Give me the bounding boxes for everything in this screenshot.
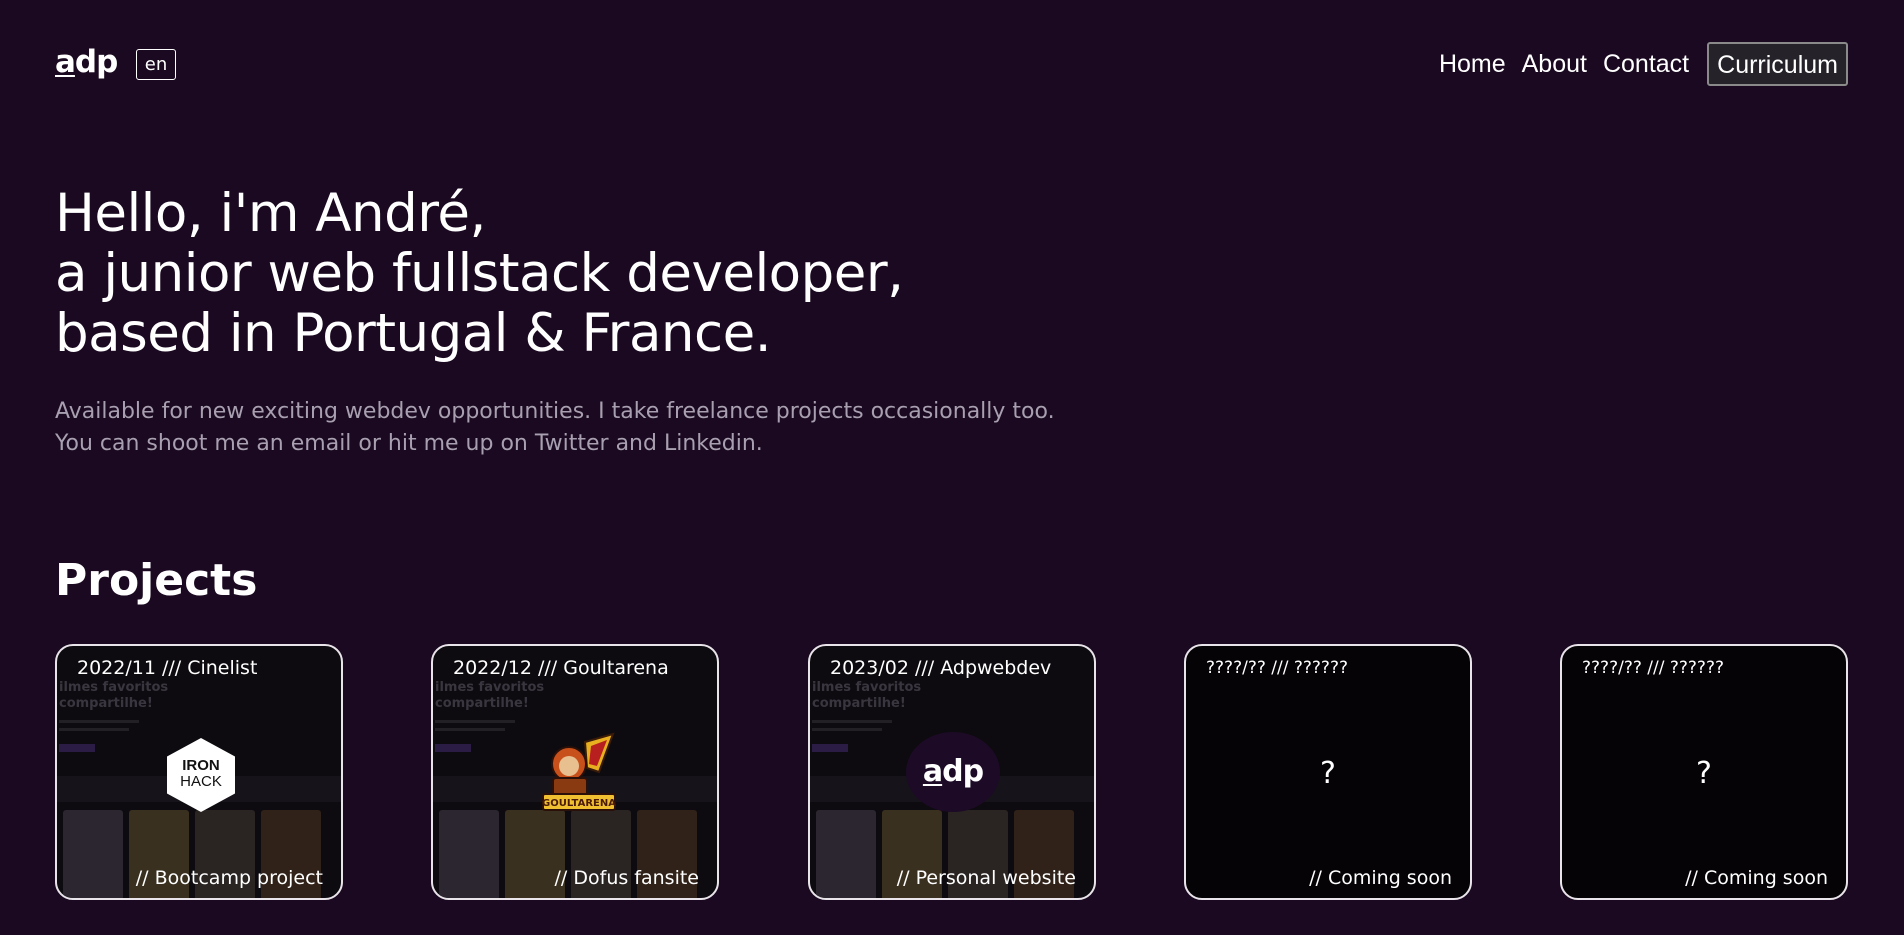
- project-card-cinelist[interactable]: ilmes favoritos compartilhe! 2022/11 /// …: [55, 644, 343, 900]
- project-tagline: // Coming soon: [1685, 867, 1828, 889]
- project-tagline: // Personal website: [896, 867, 1076, 889]
- hero-subtitle: Available for new exciting webdev opport…: [55, 399, 1055, 456]
- portfolio-page: adp en Home About Contact Curriculum Hel…: [0, 0, 1904, 935]
- question-mark-icon: ?: [1320, 756, 1336, 791]
- project-card-goultarena[interactable]: ilmes favoritos compartilhe! 2022/12 /// …: [431, 644, 719, 900]
- project-tagline: // Dofus fansite: [554, 867, 699, 889]
- hero-line: Hello, i'm André,: [55, 183, 486, 244]
- question-mark-icon: ?: [1696, 756, 1712, 791]
- nav-about-link[interactable]: About: [1522, 43, 1587, 85]
- site-logo[interactable]: adp: [55, 44, 118, 80]
- project-card-adpwebdev[interactable]: ilmes favoritos compartilhe! 2023/02 /// …: [808, 644, 1096, 900]
- project-date-title: ????/?? /// ??????: [1582, 658, 1724, 678]
- main-nav: Home About Contact Curriculum: [1423, 42, 1848, 86]
- project-date-title: ????/?? /// ??????: [1206, 658, 1348, 678]
- goultarena-logo: GOULTARENA: [542, 732, 616, 811]
- project-tagline: // Coming soon: [1309, 867, 1452, 889]
- projects-heading: Projects: [55, 555, 258, 606]
- project-date-title: 2022/12 /// Goultarena: [453, 657, 669, 679]
- project-card-coming-soon[interactable]: ????/?? /// ?????? ? // Coming soon: [1184, 644, 1472, 900]
- project-tagline: // Bootcamp project: [135, 867, 323, 889]
- hero-line: a junior web fullstack developer,: [55, 243, 904, 304]
- hero-line: based in Portugal & France.: [55, 303, 772, 364]
- adp-logo: adp: [906, 732, 1000, 812]
- curriculum-button[interactable]: Curriculum: [1707, 42, 1848, 86]
- hero-heading: Hello, i'm André, a junior web fullstack…: [55, 183, 904, 364]
- svg-text:GOULTARENA: GOULTARENA: [542, 798, 616, 809]
- project-date-title: 2022/11 /// Cinelist: [77, 657, 258, 679]
- project-card-coming-soon[interactable]: ????/?? /// ?????? ? // Coming soon: [1560, 644, 1848, 900]
- language-selector[interactable]: en: [136, 49, 176, 80]
- project-date-title: 2023/02 /// Adpwebdev: [830, 657, 1052, 679]
- nav-contact-link[interactable]: Contact: [1603, 43, 1689, 85]
- nav-home-link[interactable]: Home: [1439, 43, 1506, 85]
